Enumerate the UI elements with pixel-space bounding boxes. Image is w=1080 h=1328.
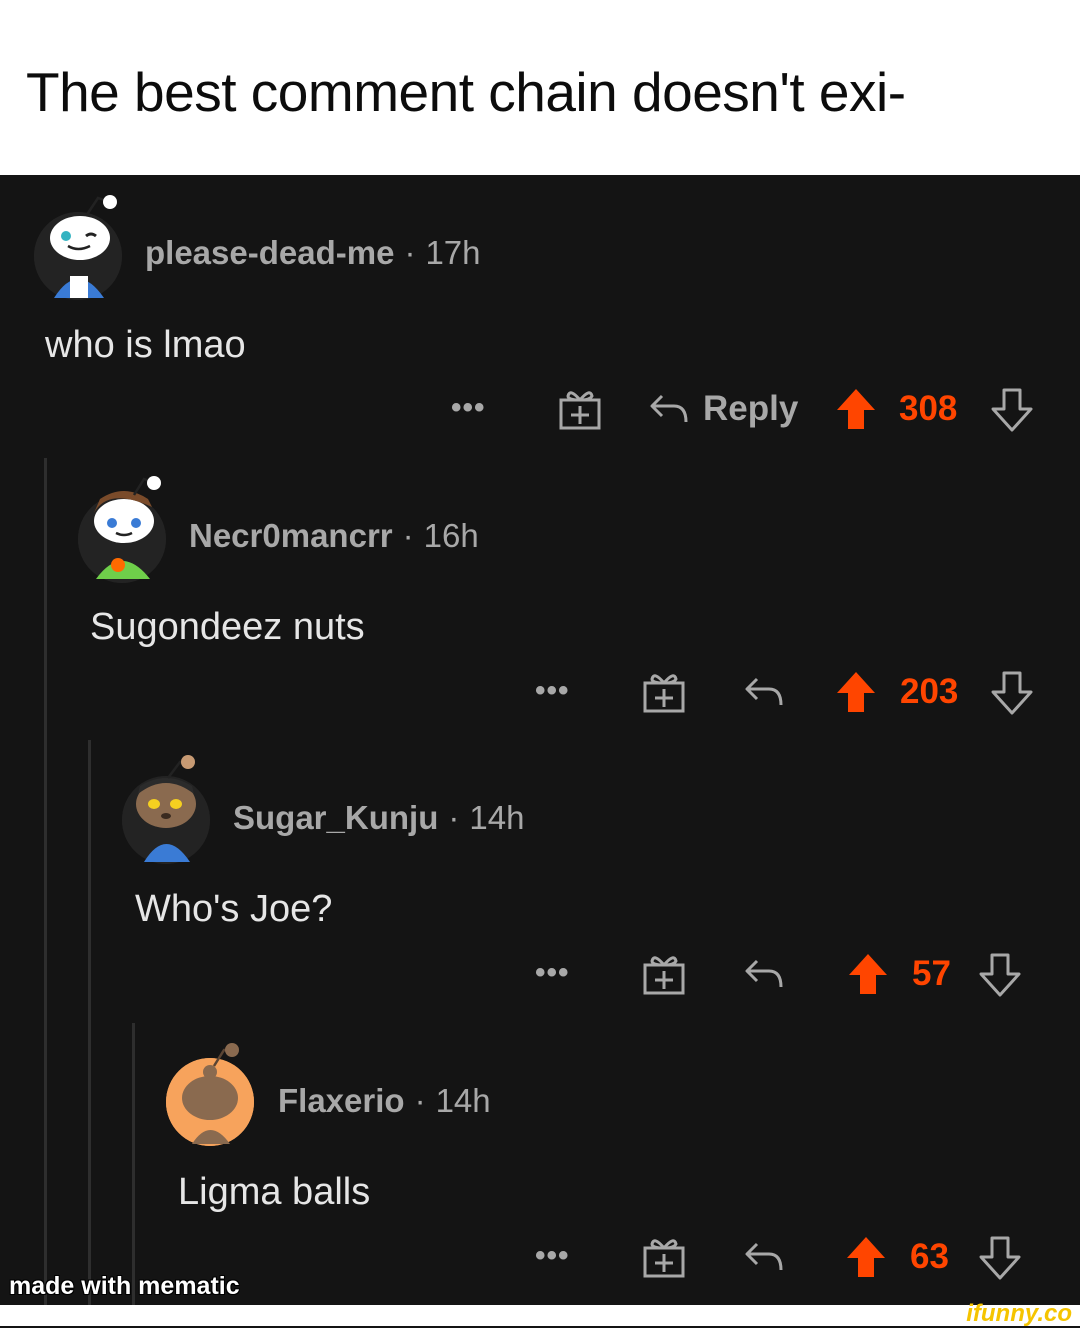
timestamp: 14h bbox=[469, 799, 525, 836]
comment-1-meta: please-dead-me · 17h bbox=[145, 234, 481, 272]
comment-body: Ligma balls bbox=[178, 1171, 371, 1213]
snoo-avatar-brown-hair-icon[interactable] bbox=[78, 476, 166, 583]
vote-score: 63 bbox=[910, 1237, 949, 1276]
reply-button[interactable]: Reply bbox=[703, 389, 798, 429]
reply-arrow-icon[interactable] bbox=[648, 390, 690, 431]
reply-arrow-icon[interactable] bbox=[743, 673, 785, 714]
thread-line-level-2[interactable] bbox=[88, 740, 91, 1305]
username[interactable]: please-dead-me bbox=[145, 234, 394, 271]
vote-score: 203 bbox=[900, 672, 959, 711]
upvote-arrow-icon[interactable] bbox=[835, 670, 877, 719]
downvote-arrow-icon[interactable] bbox=[991, 671, 1033, 720]
vote-score: 57 bbox=[912, 954, 951, 993]
comment-2-meta: Necr0mancrr · 16h bbox=[189, 517, 479, 555]
more-options-icon[interactable]: ••• bbox=[535, 956, 570, 990]
meta-separator: · bbox=[448, 799, 460, 836]
comment-body: who is lmao bbox=[45, 324, 246, 366]
username[interactable]: Sugar_Kunju bbox=[233, 799, 438, 836]
username[interactable]: Necr0mancrr bbox=[189, 517, 393, 554]
meta-separator: · bbox=[404, 234, 416, 271]
vote-score: 308 bbox=[899, 389, 958, 428]
timestamp: 17h bbox=[425, 234, 481, 271]
upvote-arrow-icon[interactable] bbox=[835, 387, 877, 436]
comment-body: Who's Joe? bbox=[135, 888, 333, 930]
snoo-avatar-brown-face-icon[interactable] bbox=[122, 755, 210, 864]
more-options-icon[interactable]: ••• bbox=[535, 1239, 570, 1273]
award-gift-icon[interactable] bbox=[642, 951, 686, 1002]
thread-line-level-1[interactable] bbox=[44, 458, 47, 1305]
footer-bar bbox=[0, 1305, 1080, 1326]
downvote-arrow-icon[interactable] bbox=[979, 953, 1021, 1002]
more-options-icon[interactable]: ••• bbox=[535, 674, 570, 708]
mematic-watermark: made with mematic bbox=[9, 1272, 240, 1300]
meta-separator: · bbox=[402, 517, 414, 554]
comment-body: Sugondeez nuts bbox=[90, 606, 365, 648]
caption-text: The best comment chain doesn't exi- bbox=[26, 61, 906, 123]
award-gift-icon[interactable] bbox=[558, 386, 602, 437]
award-gift-icon[interactable] bbox=[642, 1234, 686, 1285]
reply-arrow-icon[interactable] bbox=[743, 1238, 785, 1279]
thread-line-level-3[interactable] bbox=[132, 1023, 135, 1305]
caption-bar: The best comment chain doesn't exi- bbox=[0, 0, 1080, 175]
downvote-arrow-icon[interactable] bbox=[979, 1236, 1021, 1285]
timestamp: 16h bbox=[423, 517, 479, 554]
downvote-arrow-icon[interactable] bbox=[991, 388, 1033, 437]
snoo-avatar-peach-icon[interactable] bbox=[166, 1043, 254, 1146]
award-gift-icon[interactable] bbox=[642, 669, 686, 720]
meta-separator: · bbox=[414, 1082, 426, 1119]
upvote-arrow-icon[interactable] bbox=[847, 952, 889, 1001]
ifunny-watermark: ifunny.co bbox=[966, 1300, 1072, 1327]
more-options-icon[interactable]: ••• bbox=[451, 391, 486, 425]
timestamp: 14h bbox=[435, 1082, 491, 1119]
reply-arrow-icon[interactable] bbox=[743, 955, 785, 996]
snoo-avatar-white-hoodie-icon[interactable] bbox=[34, 195, 122, 300]
comment-4-meta: Flaxerio · 14h bbox=[278, 1082, 491, 1120]
username[interactable]: Flaxerio bbox=[278, 1082, 405, 1119]
comment-3-meta: Sugar_Kunju · 14h bbox=[233, 799, 524, 837]
upvote-arrow-icon[interactable] bbox=[845, 1235, 887, 1284]
